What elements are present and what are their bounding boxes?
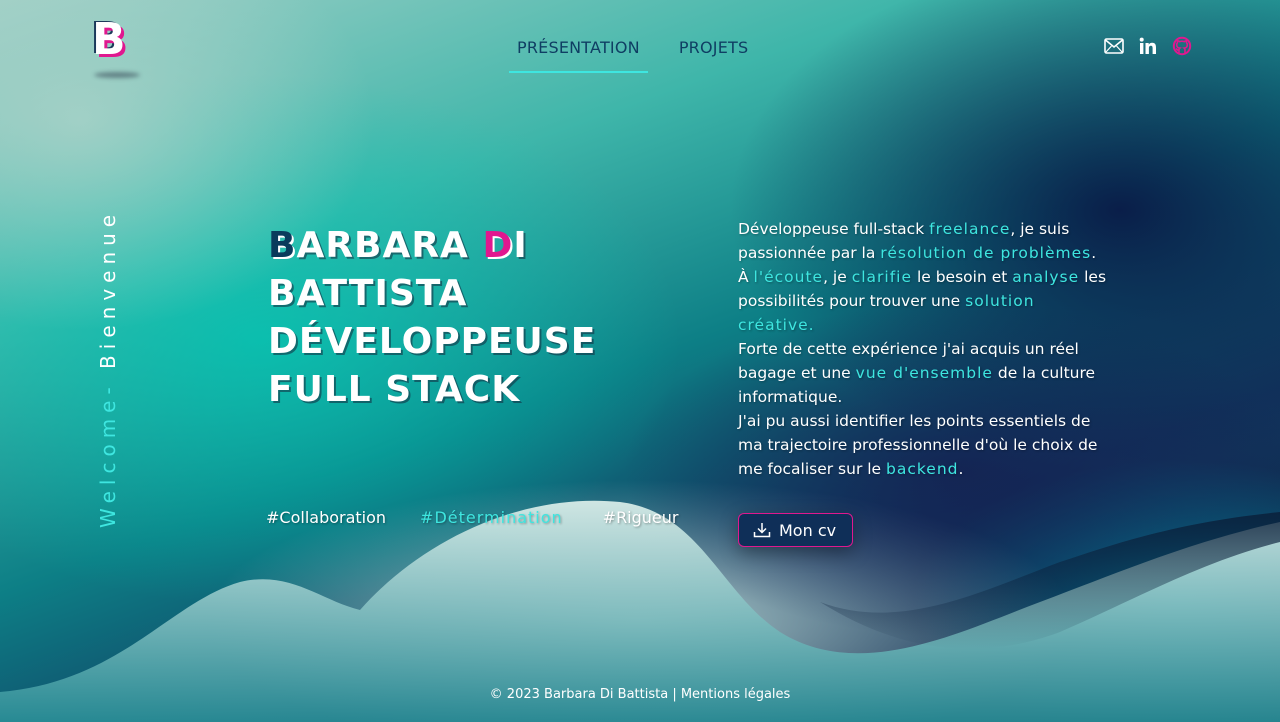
- nav-item-presentation[interactable]: PRÉSENTATION: [509, 28, 648, 73]
- intro-text: Développeuse full-stack: [738, 220, 930, 238]
- intro-text: À: [738, 268, 754, 286]
- intro-text: .: [958, 460, 964, 478]
- hero-role-line1: DÉVELOPPEUSE: [268, 321, 597, 362]
- hero-initial-d: D: [482, 225, 514, 266]
- intro-keyword: résolution de problèmes: [880, 244, 1092, 262]
- footer: © 2023 Barbara Di Battista | Mentions lé…: [0, 687, 1280, 702]
- intro-keyword: clarifie: [851, 268, 913, 286]
- bienvenue-text: Bienvenue: [96, 208, 120, 369]
- download-icon: [753, 523, 771, 538]
- logo-mark: B: [92, 14, 126, 65]
- hero-di-rest: I: [513, 225, 528, 266]
- linkedin-icon[interactable]: [1138, 36, 1158, 56]
- tag-determination: #Détermination: [420, 508, 563, 527]
- intro-text: , je: [823, 268, 852, 286]
- hero-lastname: BATTISTA: [268, 273, 468, 314]
- intro-keyword: vue d'ensemble: [855, 364, 993, 382]
- intro-keyword: freelance: [929, 220, 1011, 238]
- download-cv-button[interactable]: Mon cv: [738, 513, 854, 547]
- mail-icon[interactable]: [1104, 36, 1124, 56]
- intro-paragraph: Développeuse full-stack freelance, je su…: [738, 217, 1110, 481]
- tag-collaboration: #Collaboration: [266, 508, 387, 527]
- social-links: [1104, 36, 1192, 56]
- github-icon[interactable]: [1172, 36, 1192, 56]
- skill-tags: #Collaboration #Détermination #Rigueur: [266, 508, 712, 527]
- intro-keyword: backend: [886, 460, 959, 478]
- vertical-welcome-text: Welcome- Bienvenue: [96, 209, 120, 528]
- legal-mentions-link[interactable]: Mentions légales: [681, 687, 790, 702]
- hero-title: BARBARA DI BATTISTA DÉVELOPPEUSE FULL ST…: [268, 222, 688, 414]
- intro-keyword: analyse: [1012, 268, 1080, 286]
- cv-button-label: Mon cv: [779, 520, 837, 540]
- footer-copyright: © 2023 Barbara Di Battista |: [489, 687, 681, 702]
- hero-role-line2: FULL STACK: [268, 369, 521, 410]
- welcome-text: Welcome-: [96, 381, 120, 528]
- logo-shadow: [94, 72, 140, 78]
- intro-keyword: l'écoute: [753, 268, 824, 286]
- tag-rigueur: #Rigueur: [602, 508, 679, 527]
- nav-item-projets[interactable]: PROJETS: [671, 28, 757, 73]
- main-nav: PRÉSENTATION PROJETS: [509, 28, 756, 73]
- hero-initial-b: B: [268, 225, 297, 266]
- hero-firstname-rest: ARBARA: [296, 225, 483, 266]
- intro-text: .: [1091, 244, 1097, 262]
- site-logo[interactable]: B: [92, 18, 142, 80]
- intro-text: le besoin et: [912, 268, 1013, 286]
